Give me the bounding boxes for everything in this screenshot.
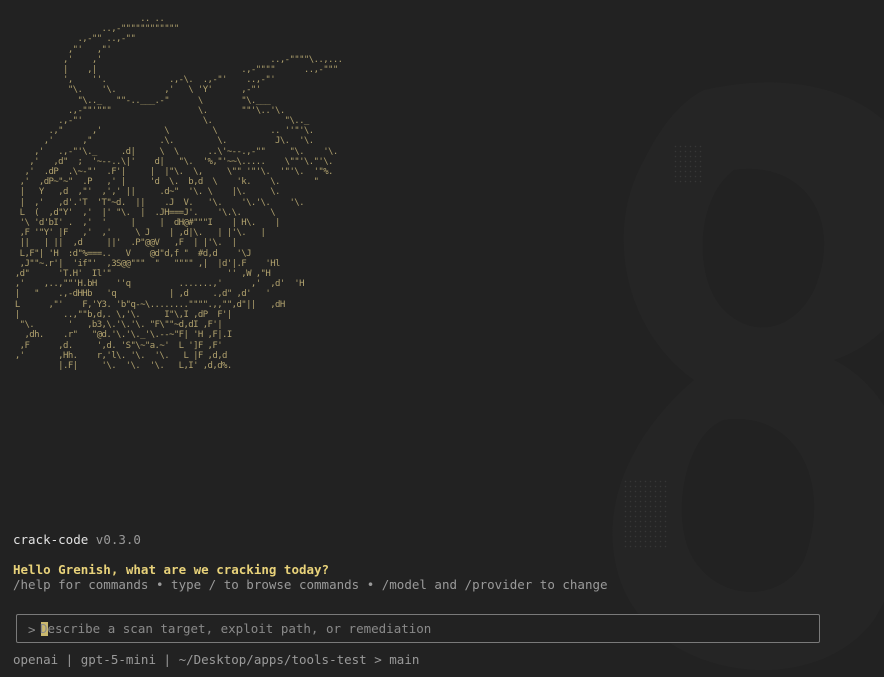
prompt-input[interactable] xyxy=(40,619,800,638)
version-line: crack-code v0.3.0 xyxy=(13,532,141,547)
app-name: crack-code xyxy=(13,532,89,547)
status-line: openai | gpt-5-mini | ~/Desktop/apps/too… xyxy=(13,652,420,667)
logo-watermark-icon xyxy=(612,82,884,671)
greeting-text: Hello Grenish, what are we cracking toda… xyxy=(13,562,330,577)
prompt-box[interactable]: > xyxy=(16,614,820,643)
terminal-window: .. .. ..,-"""""""""""" .,-"" ..,-"" ,"' … xyxy=(0,0,884,677)
help-hint-text: /help for commands • type / to browse co… xyxy=(13,577,608,592)
app-version: v0.3.0 xyxy=(95,532,141,547)
ascii-art-logo: .. .. ..,-"""""""""""" .,-"" ..,-"" ,"' … xyxy=(14,14,343,371)
prompt-chevron-icon: > xyxy=(28,622,36,637)
